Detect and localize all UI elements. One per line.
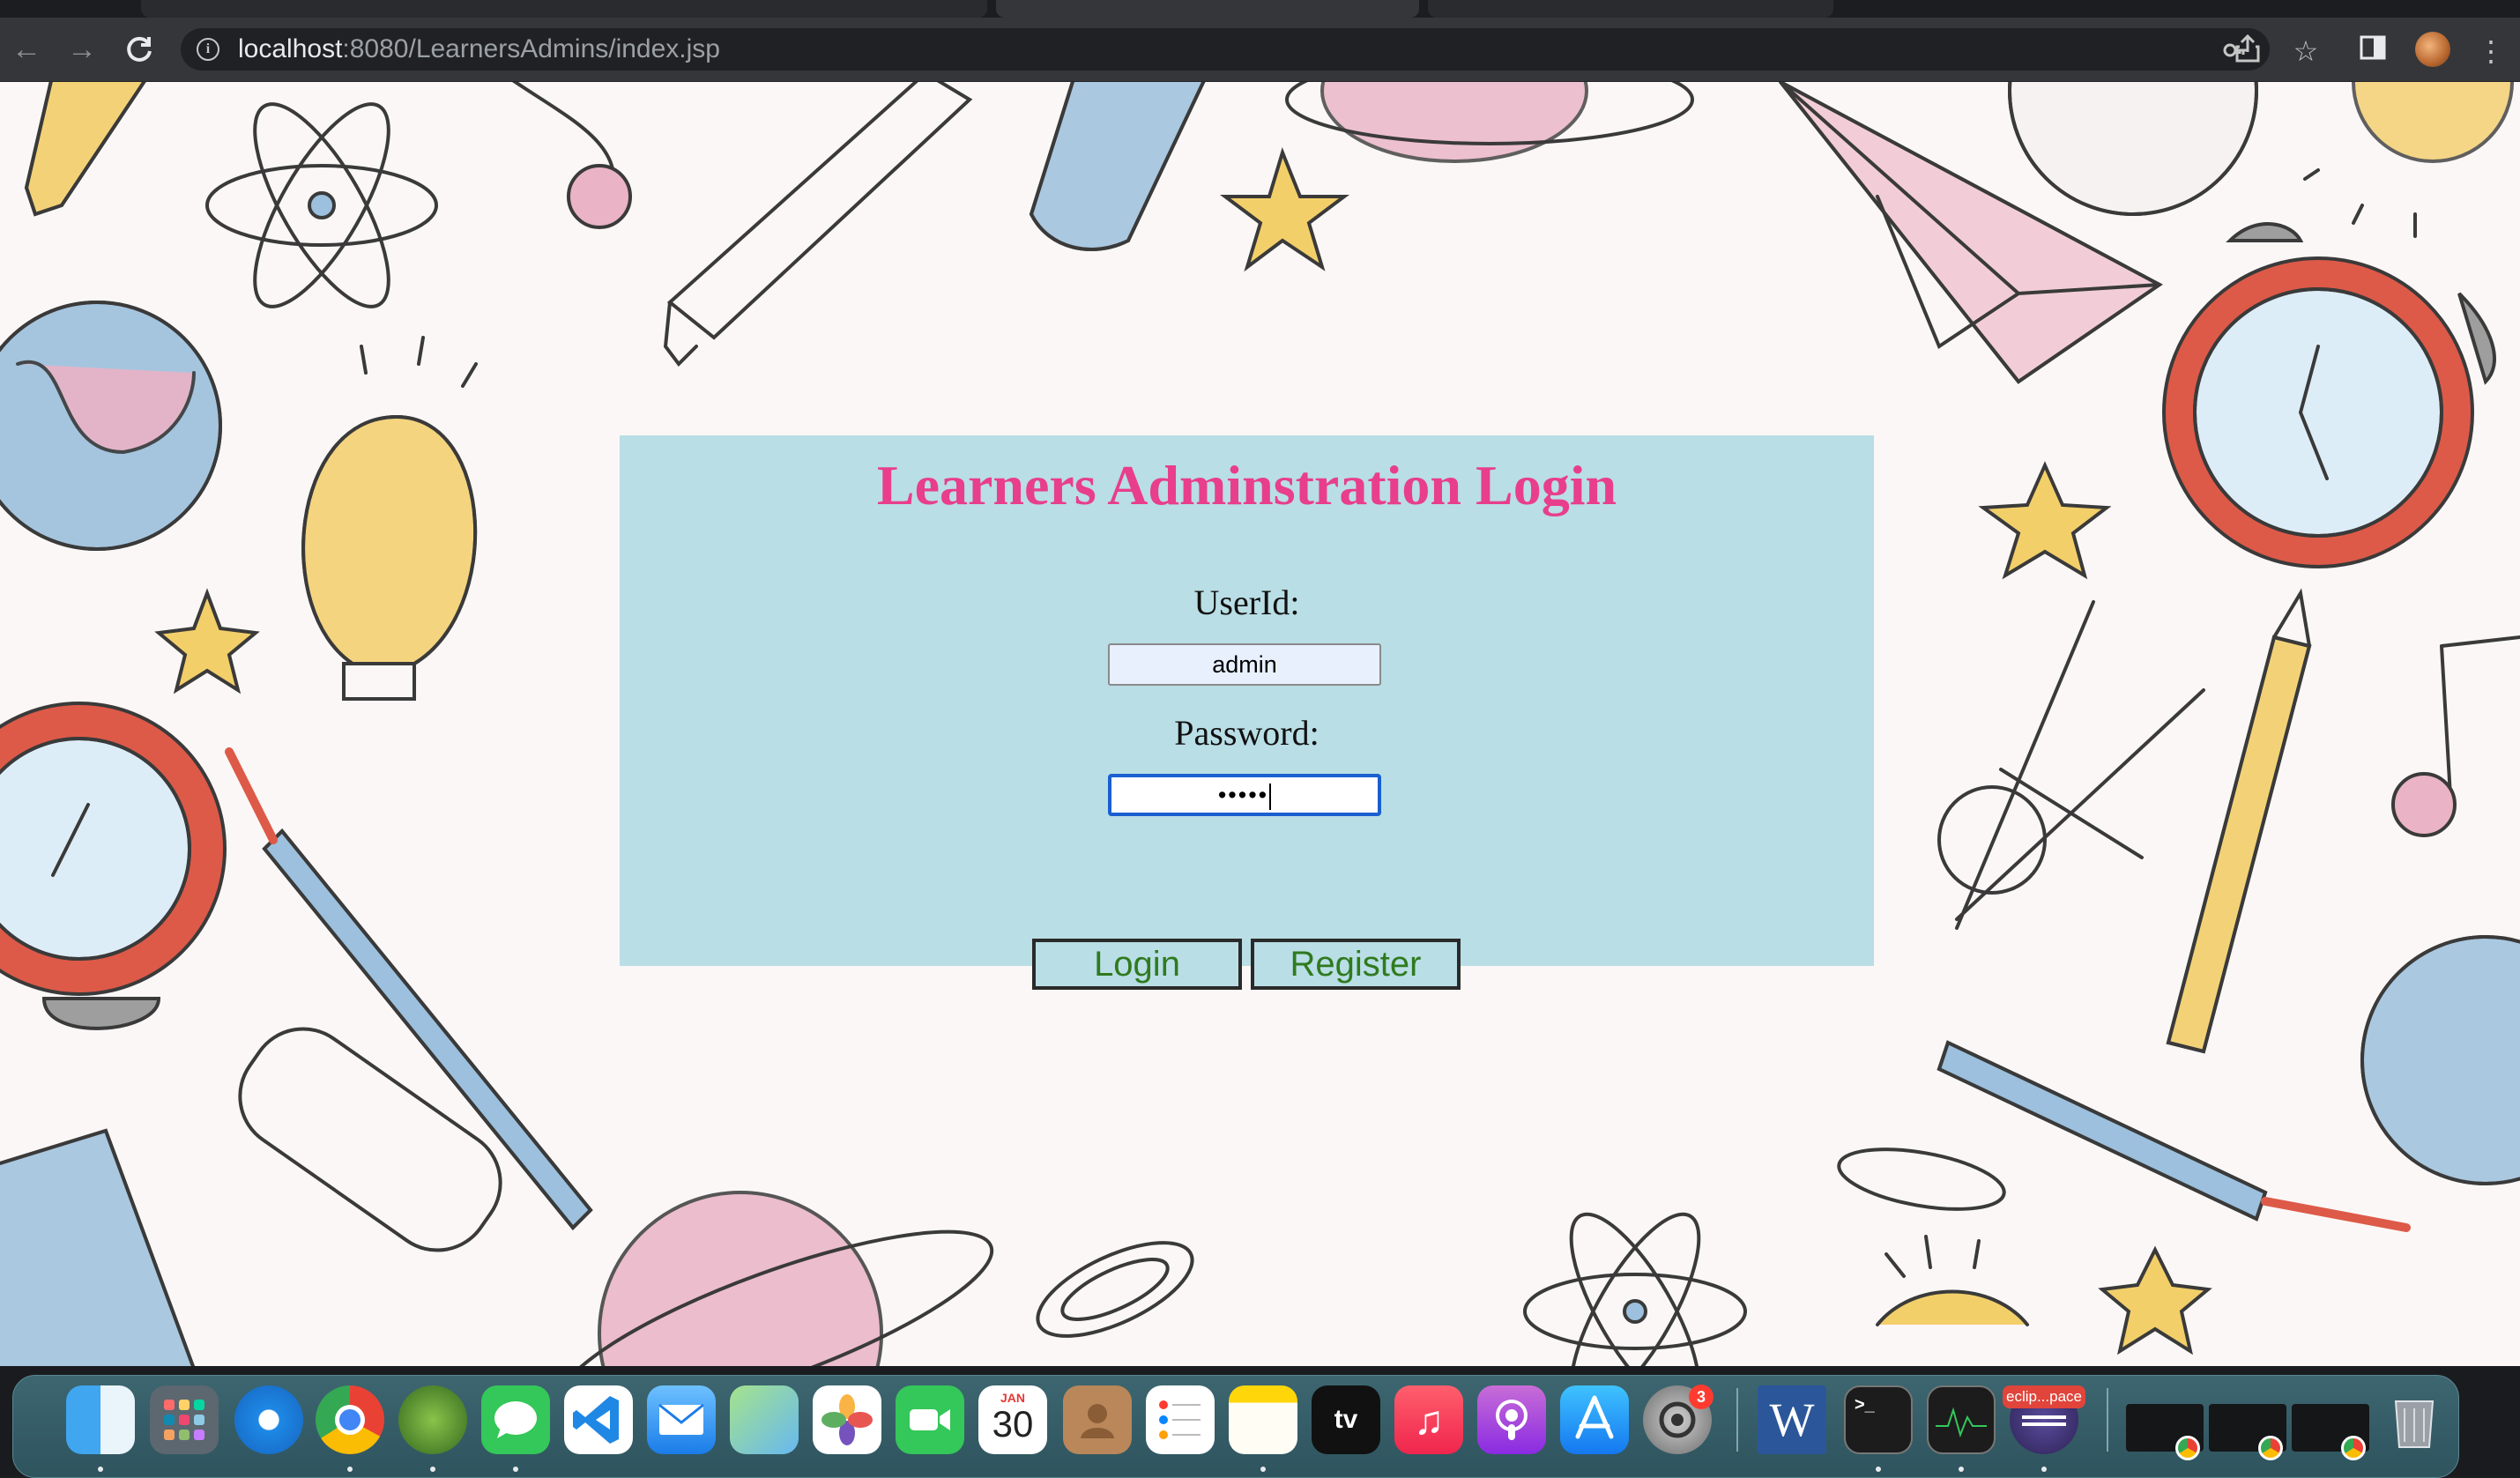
minimized-chrome-window[interactable] — [2209, 1404, 2286, 1460]
test-tube-icon — [1029, 82, 1206, 251]
star-icon — [1978, 461, 2112, 580]
music-note-icon — [2391, 635, 2520, 837]
planet-icon — [557, 1191, 994, 1366]
reminders-icon[interactable] — [1146, 1385, 1215, 1454]
star-icon — [154, 588, 260, 694]
bookmark-star-icon[interactable]: ☆ — [2288, 33, 2323, 69]
globe-icon — [2360, 935, 2520, 1185]
site-info-icon[interactable]: i — [197, 38, 219, 61]
tab-strip — [0, 0, 2520, 18]
userid-input[interactable] — [1108, 643, 1381, 686]
chrome-icon — [2341, 1436, 2366, 1460]
chrome-icon — [2175, 1436, 2200, 1460]
running-indicator — [1959, 1467, 1964, 1472]
star-icon — [2098, 1245, 2212, 1355]
reload-icon[interactable] — [122, 32, 157, 67]
forward-arrow-icon[interactable]: → — [64, 32, 100, 67]
vscode-icon[interactable] — [564, 1385, 633, 1454]
paperclip-icon — [1036, 1241, 1194, 1338]
tab-2[interactable] — [996, 0, 1419, 18]
globe-icon — [0, 301, 222, 551]
minimized-chrome-window[interactable] — [2126, 1404, 2204, 1460]
paperclip-icon — [1837, 1147, 2006, 1211]
pencil-icon — [24, 82, 146, 217]
star-icon — [1220, 146, 1349, 272]
more-menu-icon[interactable]: ⋮ — [2473, 33, 2509, 69]
compass-icon — [1937, 600, 2205, 930]
pencil-icon — [663, 82, 973, 368]
maps-icon[interactable] — [730, 1385, 799, 1454]
tab-1[interactable] — [141, 0, 987, 18]
trash-icon[interactable] — [2380, 1385, 2449, 1454]
apple-tv-icon[interactable]: tv — [1312, 1385, 1380, 1454]
running-indicator — [347, 1467, 353, 1472]
login-panel: Learners Adminstration Login UserId: Pas… — [620, 435, 1874, 990]
share-icon[interactable] — [2230, 33, 2265, 69]
music-note-icon — [511, 82, 632, 229]
eclipse-workspace-label: eclip...pace — [2003, 1385, 2085, 1408]
messages-icon[interactable] — [481, 1385, 550, 1454]
dock-separator — [1736, 1388, 1738, 1452]
running-indicator — [513, 1467, 518, 1472]
launchpad-icon[interactable] — [150, 1385, 219, 1454]
password-input[interactable]: ••••• — [1108, 774, 1381, 816]
side-panel-icon[interactable] — [2355, 33, 2390, 69]
login-title: Learners Adminstration Login — [876, 454, 1617, 516]
safari-icon[interactable] — [234, 1385, 303, 1454]
tab-3[interactable] — [1428, 0, 1833, 18]
running-indicator — [1260, 1467, 1266, 1472]
activity-monitor-icon[interactable] — [1927, 1385, 1996, 1454]
userid-label: UserId: — [1193, 583, 1300, 622]
running-indicator — [1876, 1467, 1881, 1472]
running-indicator — [430, 1467, 435, 1472]
minimized-chrome-window[interactable] — [2292, 1404, 2369, 1460]
url-text: localhost:8080/LearnersAdmins/index.jsp — [238, 34, 720, 63]
alarm-clock-icon — [0, 702, 227, 1030]
app-store-icon[interactable] — [1560, 1385, 1629, 1454]
word-document-icon[interactable]: W — [1758, 1385, 1826, 1454]
browser-toolbar: ← → i localhost:8080/LearnersAdmins/inde… — [0, 18, 2520, 82]
atom-icon — [1523, 1212, 1747, 1366]
running-indicator — [98, 1467, 103, 1472]
notepad-icon — [0, 1128, 196, 1366]
terminal-icon[interactable]: >_ — [1844, 1385, 1913, 1454]
address-bar[interactable]: i localhost:8080/LearnersAdmins/index.js… — [181, 28, 2270, 71]
photos-icon[interactable] — [813, 1385, 881, 1454]
alarm-clock-icon — [2162, 222, 2496, 568]
finder-icon[interactable] — [66, 1385, 135, 1454]
eraser-icon — [238, 1027, 502, 1252]
back-arrow-icon[interactable]: ← — [9, 32, 44, 67]
profile-avatar[interactable] — [2415, 32, 2450, 67]
planet-icon — [1285, 82, 1694, 163]
pencil-icon — [2166, 588, 2312, 1054]
running-indicator — [2041, 1467, 2047, 1472]
dock-separator — [2107, 1388, 2108, 1452]
sun-icon — [1876, 1235, 2029, 1326]
atom-icon — [205, 102, 438, 308]
calendar-icon[interactable]: JAN 30 — [978, 1385, 1047, 1454]
chrome-icon[interactable] — [316, 1385, 384, 1454]
paintbrush-icon — [1936, 1040, 2411, 1232]
paintbrush-icon — [225, 747, 593, 1230]
login-button[interactable]: Login — [1032, 939, 1242, 990]
music-icon[interactable]: ♫ — [1394, 1385, 1463, 1454]
lightbulb-icon — [301, 336, 478, 701]
page-viewport: Learners Adminstration Login UserId: Pas… — [0, 82, 2520, 1366]
mail-icon[interactable] — [647, 1385, 716, 1454]
register-button[interactable]: Register — [1251, 939, 1461, 990]
globe-icon — [2008, 82, 2258, 216]
facetime-icon[interactable] — [896, 1385, 964, 1454]
notes-icon[interactable] — [1229, 1385, 1297, 1454]
settings-notification-badge: 3 — [1689, 1385, 1713, 1409]
password-label: Password: — [1174, 713, 1319, 753]
chrome-icon — [2258, 1436, 2283, 1460]
podcasts-icon[interactable] — [1477, 1385, 1546, 1454]
sun-icon — [2303, 82, 2514, 238]
spring-tools-icon[interactable] — [398, 1385, 467, 1454]
contacts-icon[interactable] — [1063, 1385, 1132, 1454]
